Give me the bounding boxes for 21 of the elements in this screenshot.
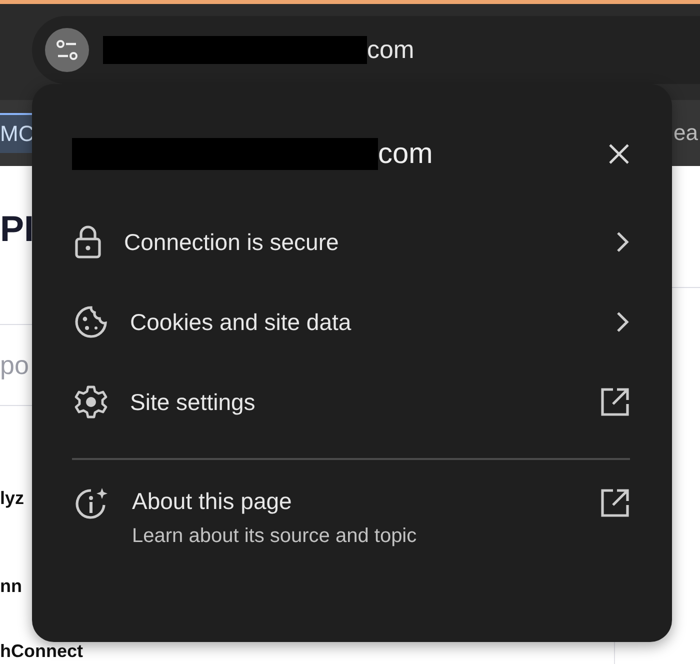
close-button[interactable] — [608, 143, 630, 165]
about-subtitle: Learn about its source and topic — [132, 525, 418, 548]
about-page-item[interactable]: About this page Learn about its source and topic — [72, 486, 630, 548]
lock-icon — [74, 225, 102, 259]
menu-item[interactable]: Connection is secure — [72, 202, 630, 282]
about-title: About this page — [132, 488, 293, 515]
cookie-icon — [74, 305, 108, 339]
menu-item[interactable]: Cookies and site data — [72, 282, 630, 362]
popup-title: com — [378, 138, 434, 170]
address-bar[interactable]: com — [32, 16, 700, 84]
info-sparkle-icon — [74, 486, 110, 522]
url-text: com — [367, 36, 414, 64]
site-info-icon[interactable] — [45, 28, 89, 72]
settings-icon — [74, 385, 108, 419]
page-heading: PI — [0, 208, 34, 250]
list-item-text: nn — [0, 575, 22, 598]
search-field[interactable]: po — [0, 324, 40, 406]
menu-item[interactable]: Site settings — [72, 362, 630, 442]
bookmark-item[interactable]: ea — [674, 120, 700, 146]
list-item-text: lyz — [0, 487, 24, 510]
list-item-text: hConnect — [0, 640, 83, 663]
